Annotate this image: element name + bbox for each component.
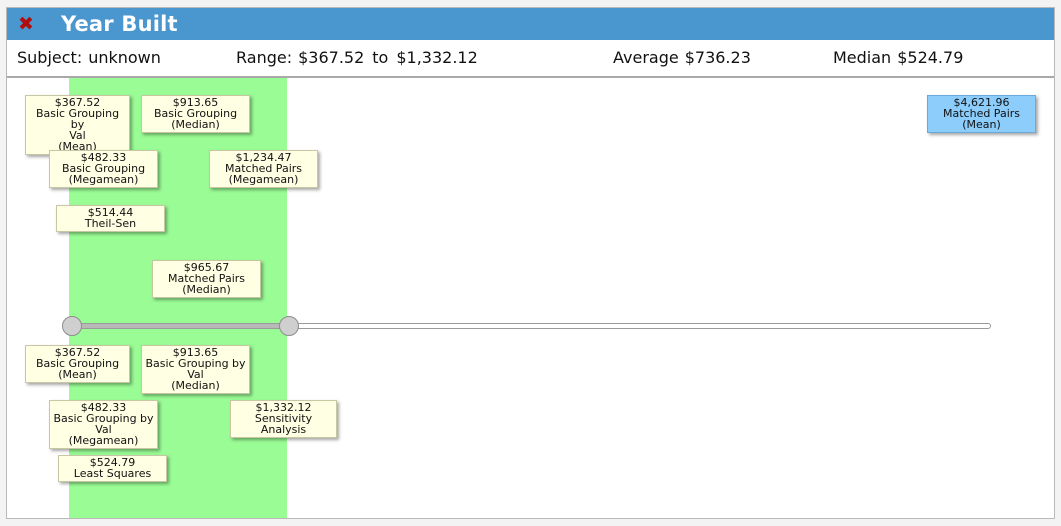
- label-basic-grouping-megamean[interactable]: $482.33 Basic Grouping (Megamean): [49, 150, 158, 188]
- median-info: Median $524.79: [833, 48, 963, 67]
- range-plot: $367.52 Basic Grouping by Val (Mean) $913.6…: [7, 78, 1054, 518]
- label-sensitivity-analysis[interactable]: $1,332.12 Sensitivity Analysis: [230, 400, 337, 438]
- range-slider-high-handle[interactable]: [279, 316, 299, 336]
- label-matched-pairs-mean-outlier[interactable]: $4,621.96 Matched Pairs (Mean): [927, 95, 1036, 133]
- label-basic-grouping-median[interactable]: $913.65 Basic Grouping (Median): [141, 95, 250, 133]
- range-info: Range: $367.52 to $1,332.12: [236, 48, 478, 67]
- info-bar: Subject: unknown Range: $367.52 to $1,332.12…: [7, 40, 1054, 78]
- close-icon[interactable]: ✖: [15, 12, 37, 36]
- range-to: to: [372, 48, 389, 67]
- median-label: Median: [833, 48, 892, 67]
- average-value: $736.23: [684, 48, 751, 67]
- label-basic-grouping-by-val-mean[interactable]: $367.52 Basic Grouping by Val (Mean): [25, 95, 130, 155]
- label-basic-grouping-mean[interactable]: $367.52 Basic Grouping (Mean): [25, 345, 130, 383]
- title-bar: ✖ Year Built: [7, 8, 1054, 40]
- subject-info: Subject: unknown: [17, 48, 161, 67]
- label-theil-sen[interactable]: $514.44 Theil-Sen: [56, 205, 165, 232]
- average-info: Average $736.23: [613, 48, 751, 67]
- panel-title: Year Built: [61, 12, 178, 36]
- range-slider-low-handle[interactable]: [62, 316, 82, 336]
- label-basic-grouping-by-val-megamean[interactable]: $482.33 Basic Grouping by Val (Megamean): [49, 400, 158, 449]
- subject-value: unknown: [88, 48, 161, 67]
- range-slider-fill: [72, 324, 289, 328]
- average-label: Average: [613, 48, 679, 67]
- label-least-squares[interactable]: $524.79 Least Squares: [58, 455, 167, 482]
- range-low: $367.52: [298, 48, 365, 67]
- label-basic-grouping-by-val-median[interactable]: $913.65 Basic Grouping by Val (Median): [141, 345, 250, 394]
- label-matched-pairs-median[interactable]: $965.67 Matched Pairs (Median): [152, 260, 261, 298]
- range-high: $1,332.12: [396, 48, 478, 67]
- median-value: $524.79: [897, 48, 964, 67]
- subject-label: Subject:: [17, 48, 83, 67]
- label-matched-pairs-megamean[interactable]: $1,234.47 Matched Pairs (Megamean): [209, 150, 318, 188]
- year-built-panel: ✖ Year Built Subject: unknown Range: $367.…: [6, 7, 1055, 519]
- range-label: Range:: [236, 48, 293, 67]
